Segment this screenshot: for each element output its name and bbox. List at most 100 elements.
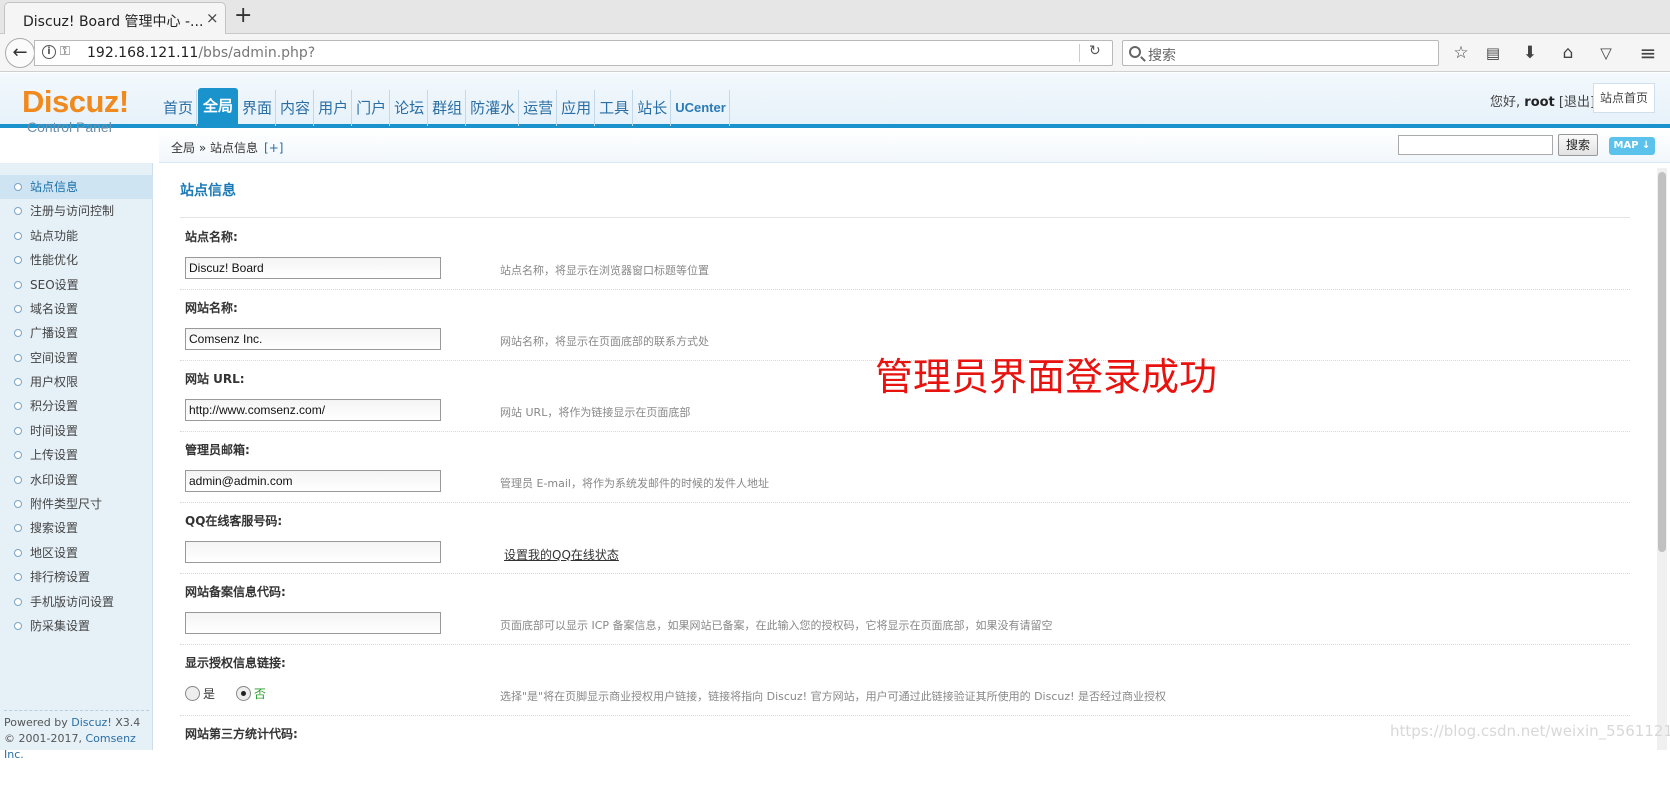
- radio-yes-label[interactable]: 是: [203, 687, 215, 701]
- nav-ucenter[interactable]: UCenter: [672, 90, 730, 126]
- admin-email-input[interactable]: admin@admin.com: [185, 470, 441, 492]
- search-placeholder: 搜索: [1148, 48, 1176, 64]
- title-divider: [180, 217, 1630, 218]
- key-icon[interactable]: ⚿: [60, 44, 70, 59]
- setting-row-site-name: 站点名称: Discuz! Board 站点名称，将显示在浏览器窗口标题等位置: [180, 219, 1630, 290]
- icp-input[interactable]: [185, 612, 441, 634]
- site-name-input[interactable]: Discuz! Board: [185, 257, 441, 279]
- qq-input[interactable]: [185, 541, 441, 563]
- side-item-registration[interactable]: 注册与访问控制: [0, 199, 153, 223]
- nav-content[interactable]: 内容: [277, 90, 315, 126]
- breadcrumb: 全局 » 站点信息 [+]: [171, 139, 283, 156]
- setting-label: 站点名称:: [185, 230, 238, 244]
- tab-close-icon[interactable]: ×: [206, 10, 219, 26]
- nav-home[interactable]: 首页: [160, 90, 198, 126]
- logout-link[interactable]: [退出]: [1559, 95, 1595, 110]
- side-item-region[interactable]: 地区设置: [0, 541, 153, 565]
- greeting-text: 您好,: [1490, 95, 1521, 110]
- side-item-credits[interactable]: 积分设置: [0, 394, 153, 418]
- breadcrumb-bar: 全局 » 站点信息 [+] 搜索 MAP ↓: [159, 129, 1670, 163]
- url-text[interactable]: 192.168.121.11/bbs/admin.php?: [87, 45, 315, 61]
- nav-forum[interactable]: 论坛: [391, 90, 429, 126]
- side-item-domain[interactable]: 域名设置: [0, 297, 153, 321]
- tab-title: Discuz! Board 管理中心 -...: [23, 14, 204, 30]
- nav-operations[interactable]: 运营: [520, 90, 558, 126]
- nav-tools[interactable]: 工具: [596, 90, 634, 126]
- page-title: 站点信息: [180, 183, 236, 199]
- side-item-seo[interactable]: SEO设置: [0, 273, 153, 297]
- pocket-icon[interactable]: ▽: [1595, 42, 1617, 64]
- download-icon[interactable]: ⬇: [1519, 42, 1541, 64]
- map-button[interactable]: MAP ↓: [1609, 137, 1655, 155]
- powered-by-line: Powered by Discuz! X3.4: [4, 715, 149, 731]
- setting-label: 网站名称:: [185, 301, 238, 315]
- username: root: [1524, 95, 1555, 110]
- side-item-user-permissions[interactable]: 用户权限: [0, 370, 153, 394]
- reading-list-icon[interactable]: ▤: [1482, 42, 1504, 64]
- license-radio-group: 是 否: [185, 685, 283, 702]
- nav-groups[interactable]: 群组: [429, 90, 467, 126]
- side-item-ranking[interactable]: 排行榜设置: [0, 565, 153, 589]
- user-info: 您好, root [退出]: [1490, 91, 1595, 110]
- web-name-input[interactable]: Comsenz Inc.: [185, 328, 441, 350]
- setting-description: 管理员 E-mail，将作为系统发邮件的时候的发件人地址: [500, 477, 769, 490]
- breadcrumb-root[interactable]: 全局: [171, 141, 195, 155]
- side-item-space[interactable]: 空间设置: [0, 346, 153, 370]
- breadcrumb-separator: »: [195, 141, 210, 155]
- browser-tab[interactable]: Discuz! Board 管理中心 -... ×: [4, 2, 226, 35]
- nav-interface[interactable]: 界面: [239, 90, 277, 126]
- main-content: 站点信息 站点名称: Discuz! Board 站点名称，将显示在浏览器窗口标…: [160, 168, 1650, 750]
- side-item-performance[interactable]: 性能优化: [0, 248, 153, 272]
- url-host: 192.168.121.11: [87, 45, 199, 61]
- discuz-logo[interactable]: Discuz! Control Panel: [22, 86, 162, 136]
- discuz-link[interactable]: Discuz!: [71, 716, 111, 729]
- side-item-site-features[interactable]: 站点功能: [0, 224, 153, 248]
- home-icon[interactable]: ⌂: [1557, 42, 1579, 64]
- annotation-text: 管理员界面登录成功: [875, 355, 1218, 399]
- setting-label: QQ在线客服号码:: [185, 514, 283, 528]
- site-home-button[interactable]: 站点首页: [1593, 83, 1655, 113]
- setting-label: 网站 URL:: [185, 372, 245, 386]
- side-item-search[interactable]: 搜索设置: [0, 516, 153, 540]
- side-item-mobile[interactable]: 手机版访问设置: [0, 590, 153, 614]
- browser-tab-bar: Discuz! Board 管理中心 -... × +: [0, 0, 1670, 35]
- admin-search-button[interactable]: 搜索: [1558, 134, 1598, 156]
- back-arrow-icon[interactable]: ←: [5, 38, 35, 68]
- side-item-anti-scrape[interactable]: 防采集设置: [0, 614, 153, 638]
- scrollbar-thumb[interactable]: [1658, 172, 1666, 552]
- search-icon: [1129, 46, 1141, 58]
- side-item-site-info[interactable]: 站点信息: [0, 175, 153, 199]
- browser-search-input[interactable]: 搜索: [1122, 40, 1439, 66]
- radio-yes[interactable]: [185, 686, 200, 701]
- new-tab-icon[interactable]: +: [234, 4, 252, 28]
- info-icon[interactable]: i: [42, 45, 56, 59]
- menu-icon[interactable]: ≡: [1637, 42, 1659, 64]
- nav-antispam[interactable]: 防灌水: [467, 90, 520, 126]
- side-item-broadcast[interactable]: 广播设置: [0, 321, 153, 345]
- nav-global[interactable]: 全局: [198, 88, 239, 126]
- side-item-attachment-types[interactable]: 附件类型尺寸: [0, 492, 153, 516]
- add-shortcut-link[interactable]: [+]: [264, 141, 283, 155]
- nav-users[interactable]: 用户: [315, 90, 353, 126]
- bookmark-star-icon[interactable]: ☆: [1450, 42, 1472, 64]
- nav-portal[interactable]: 门户: [353, 90, 391, 126]
- qq-status-link[interactable]: 设置我的QQ在线状态: [504, 546, 619, 563]
- side-item-watermark[interactable]: 水印设置: [0, 468, 153, 492]
- nav-webmaster[interactable]: 站长: [634, 90, 672, 126]
- address-bar[interactable]: i ⚿ 192.168.121.11/bbs/admin.php? ↻: [34, 40, 1113, 66]
- version-text: X3.4: [111, 716, 141, 729]
- logo-main-text: Discuz!: [22, 84, 129, 119]
- top-nav: 首页 全局 界面 内容 用户 门户 论坛 群组 防灌水 运营 应用 工具 站长 …: [160, 86, 731, 126]
- radio-no[interactable]: [235, 686, 251, 701]
- nav-apps[interactable]: 应用: [558, 90, 596, 126]
- setting-row-icp: 网站备案信息代码: 页面底部可以显示 ICP 备案信息，如果网站已备案，在此输入…: [180, 574, 1630, 645]
- radio-no-label[interactable]: 否: [254, 687, 266, 701]
- side-item-upload[interactable]: 上传设置: [0, 443, 153, 467]
- admin-search-input[interactable]: [1398, 135, 1553, 155]
- scrollbar[interactable]: [1657, 168, 1667, 750]
- site-url-input[interactable]: http://www.comsenz.com/: [185, 399, 441, 421]
- reload-icon[interactable]: ↻: [1089, 43, 1101, 59]
- browser-nav-bar: ← i ⚿ 192.168.121.11/bbs/admin.php? ↻ 搜索…: [0, 34, 1670, 72]
- side-item-time[interactable]: 时间设置: [0, 419, 153, 443]
- side-menu: 站点信息 注册与访问控制 站点功能 性能优化 SEO设置 域名设置 广播设置 空…: [0, 163, 153, 750]
